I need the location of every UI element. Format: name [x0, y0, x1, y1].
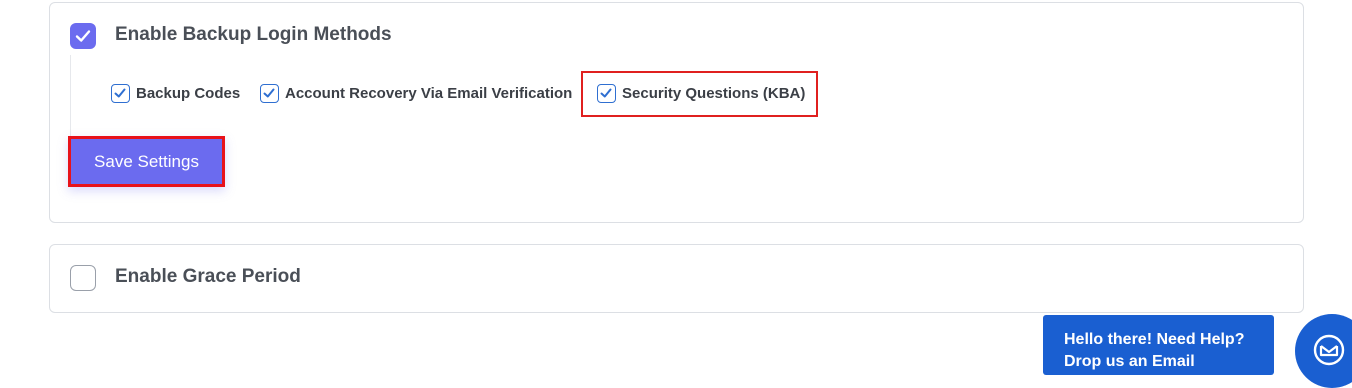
option-account-recovery-email[interactable]: Account Recovery Via Email Verification [260, 82, 572, 104]
help-line-2: Drop us an Email [1064, 353, 1195, 370]
checkmark-icon [263, 88, 275, 97]
chat-launcher-button[interactable] [1295, 314, 1352, 388]
account-recovery-label: Account Recovery Via Email Verification [285, 84, 573, 102]
grace-period-card: Enable Grace Period [49, 244, 1304, 313]
envelope-icon [1313, 334, 1345, 366]
option-backup-codes[interactable]: Backup Codes [111, 82, 240, 104]
save-settings-button[interactable]: Save Settings [71, 139, 222, 184]
account-recovery-checkbox[interactable] [260, 83, 279, 103]
backup-codes-label: Backup Codes [136, 84, 241, 102]
enable-grace-period-checkbox[interactable] [70, 265, 96, 291]
checkmark-icon [114, 88, 126, 97]
checkmark-icon [600, 88, 612, 97]
help-chat-box[interactable]: Hello there! Need Help? Drop us an Email [1043, 315, 1274, 375]
backup-login-title: Enable Backup Login Methods [115, 24, 392, 45]
security-questions-checkbox[interactable] [597, 83, 616, 103]
backup-login-methods-card: Enable Backup Login Methods Backup Codes… [49, 2, 1304, 223]
security-questions-label: Security Questions (KBA) [622, 84, 806, 102]
checkmark-icon [75, 30, 91, 42]
help-line-1: Hello there! Need Help? [1064, 331, 1245, 348]
save-settings-highlight: Save Settings [68, 136, 225, 187]
enable-backup-login-checkbox[interactable] [70, 23, 96, 49]
backup-codes-checkbox[interactable] [111, 83, 130, 103]
option-security-questions[interactable]: Security Questions (KBA) [597, 82, 805, 104]
grace-period-title: Enable Grace Period [115, 266, 301, 287]
